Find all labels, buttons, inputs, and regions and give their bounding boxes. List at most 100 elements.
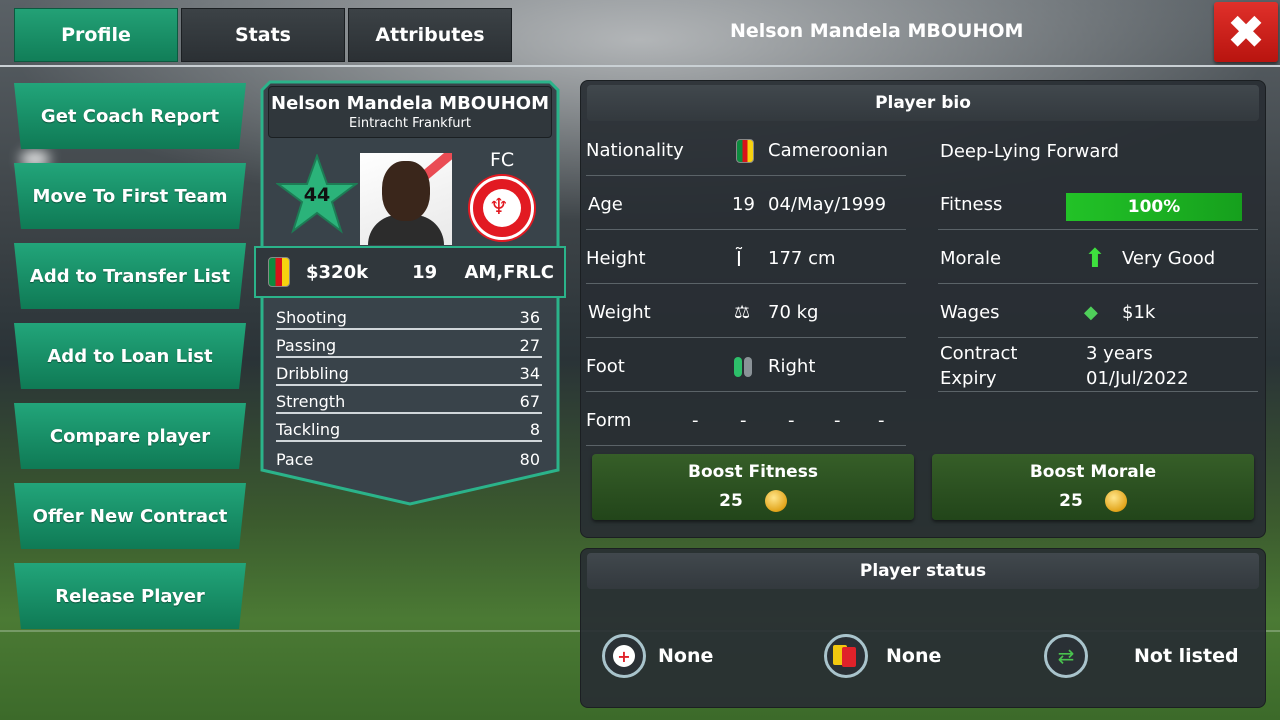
stat-name: Pace — [276, 450, 314, 469]
release-player-button[interactable]: Release Player — [14, 563, 246, 629]
weight-label: Weight — [588, 302, 651, 323]
wages-label: Wages — [940, 302, 1000, 323]
compare-player-button[interactable]: Compare player — [14, 403, 246, 469]
foot-icon — [734, 356, 752, 377]
close-button[interactable]: ✖ — [1214, 2, 1278, 62]
nationality-row: Nationality Cameroonian — [586, 126, 906, 176]
transfer-icon: ⇄ — [1044, 634, 1088, 678]
money-icon: ◆ — [1084, 302, 1098, 323]
wages-value: $1k — [1122, 302, 1156, 323]
player-value: $320k — [306, 261, 369, 283]
player-status-panel: Player status — [580, 548, 1266, 708]
foot-label: Foot — [586, 356, 625, 377]
tab-stats[interactable]: Stats — [181, 8, 345, 62]
stat-value: 80 — [519, 450, 540, 469]
stat-value: 67 — [519, 392, 540, 411]
card-player-name: Nelson Mandela MBOUHOM — [271, 93, 549, 114]
foot-row: Foot Right — [586, 342, 906, 392]
stat-value: 27 — [519, 336, 540, 355]
player-age: 19 — [412, 261, 438, 283]
arrow-up-icon: ⬆ — [1084, 243, 1106, 274]
stat-row: Dribbling 34 — [276, 358, 542, 386]
card-info-bar: $320k 19 AM,FRLC — [254, 246, 566, 298]
page-title: Nelson Mandela MBOUHOM — [730, 20, 1024, 42]
stat-row: Strength 67 — [276, 386, 542, 414]
foot-value: Right — [768, 356, 816, 377]
stat-value: 34 — [519, 364, 540, 383]
fitness-label: Fitness — [940, 194, 1003, 215]
add-to-loan-list-button[interactable]: Add to Loan List — [14, 323, 246, 389]
stat-row: Passing 27 — [276, 330, 542, 358]
form-row: Form - - - - - — [586, 396, 906, 446]
boost-fitness-cost: 25 — [719, 491, 743, 511]
stat-value: 8 — [529, 420, 540, 439]
player-photo — [360, 153, 452, 245]
contract-label: Contract — [940, 342, 1018, 364]
age-value: 19 — [732, 194, 755, 215]
stat-row: Pace 80 — [276, 442, 542, 470]
boost-fitness-button[interactable]: Boost Fitness 25 — [592, 454, 914, 520]
player-roles: AM,FRLC — [464, 261, 554, 283]
card-stats: Shooting 36 Passing 27 Dribbling 34 Strengt… — [276, 302, 542, 470]
role-row: Deep-Lying Forward — [940, 126, 1258, 176]
expiry-label: Expiry — [940, 367, 997, 389]
height-label: Height — [586, 248, 646, 269]
card-header: Nelson Mandela MBOUHOM Eintracht Frankfu… — [268, 86, 552, 138]
weight-icon: ⚖ — [734, 302, 751, 323]
contract-row: Contract Expiry 3 years 01/Jul/2022 — [938, 340, 1258, 392]
height-icon: Ĩ — [736, 246, 742, 271]
player-status-title: Player status — [587, 553, 1259, 589]
height-value: 177 cm — [768, 248, 836, 269]
date-of-birth: 04/May/1999 — [768, 194, 887, 215]
form-value: - — [692, 410, 699, 431]
position-label: FC — [490, 149, 515, 171]
age-row: Age 19 04/May/1999 — [586, 180, 906, 230]
morale-label: Morale — [940, 248, 1002, 269]
tab-attributes[interactable]: Attributes — [348, 8, 512, 62]
stat-name: Tackling — [276, 420, 341, 439]
cards-status: None — [886, 645, 942, 667]
move-to-first-team-button[interactable]: Move To First Team — [14, 163, 246, 229]
player-role: Deep-Lying Forward — [940, 140, 1119, 162]
stat-value: 36 — [519, 308, 540, 327]
boost-morale-button[interactable]: Boost Morale 25 — [932, 454, 1254, 520]
age-label: Age — [588, 194, 623, 215]
boost-morale-label: Boost Morale — [1029, 462, 1157, 482]
tab-profile[interactable]: Profile — [14, 8, 178, 62]
form-value: - — [788, 410, 795, 431]
stat-name: Strength — [276, 392, 346, 411]
fitness-bar: 100% — [1066, 193, 1242, 221]
height-row: Height Ĩ 177 cm — [586, 234, 906, 284]
fitness-value: 100% — [1127, 197, 1181, 217]
injury-status: None — [658, 645, 714, 667]
stat-row: Tackling 8 — [276, 414, 542, 442]
get-coach-report-button[interactable]: Get Coach Report — [14, 83, 246, 149]
coin-icon — [764, 490, 787, 512]
card-club-name: Eintracht Frankfurt — [349, 116, 471, 131]
boost-morale-cost: 25 — [1059, 491, 1083, 511]
boost-fitness-label: Boost Fitness — [688, 462, 818, 482]
stat-row: Shooting 36 — [276, 302, 542, 330]
wages-row: Wages ◆ $1k — [938, 288, 1258, 338]
nationality-label: Nationality — [586, 140, 684, 161]
stat-name: Passing — [276, 336, 337, 355]
form-value: - — [740, 410, 747, 431]
stat-name: Shooting — [276, 308, 347, 327]
club-crest-icon: ♆ — [470, 176, 534, 240]
cards-icon — [824, 634, 868, 678]
contract-length: 3 years — [1086, 342, 1153, 364]
weight-value: 70 kg — [768, 302, 819, 323]
form-value: - — [834, 410, 841, 431]
injury-icon: + — [602, 634, 646, 678]
offer-new-contract-button[interactable]: Offer New Contract — [14, 483, 246, 549]
overall-rating: 44 — [303, 184, 331, 206]
nationality-value: Cameroonian — [768, 140, 889, 161]
stat-name: Dribbling — [276, 364, 349, 383]
form-label: Form — [586, 410, 632, 431]
close-icon: ✖ — [1226, 5, 1266, 59]
morale-row: Morale ⬆ Very Good — [938, 234, 1258, 284]
add-to-transfer-list-button[interactable]: Add to Transfer List — [14, 243, 246, 309]
player-bio-title: Player bio — [587, 85, 1259, 121]
transfer-status: Not listed — [1134, 645, 1239, 667]
header-divider — [0, 65, 1280, 67]
